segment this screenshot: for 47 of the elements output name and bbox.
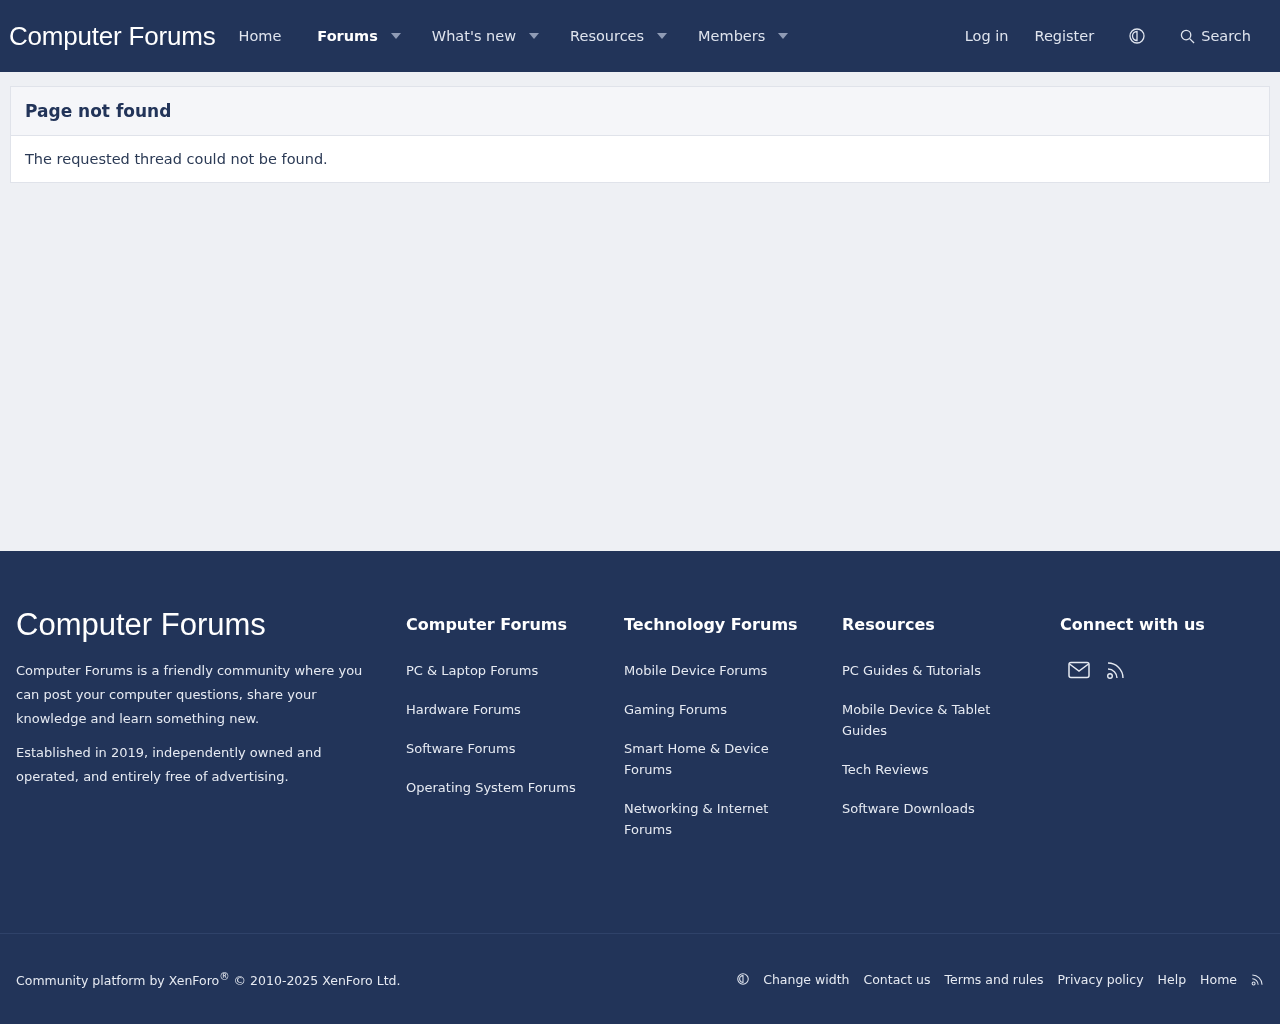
nav-tab[interactable]: What's new xyxy=(426,22,522,50)
footer-link[interactable]: Home xyxy=(1200,971,1237,987)
column-heading: Computer Forums xyxy=(406,615,567,634)
caret-icon[interactable] xyxy=(390,33,401,39)
footer-link[interactable]: Mobile Device & Tablet Guides xyxy=(842,699,1022,741)
footer-link[interactable]: Contact us xyxy=(863,971,931,987)
account-link[interactable]: Register xyxy=(1029,22,1100,50)
search-icon xyxy=(1180,28,1196,44)
footer-link[interactable]: Tech Reviews xyxy=(842,759,929,780)
footer-link[interactable]: Help xyxy=(1157,971,1187,987)
notice-message: The requested thread could not be found. xyxy=(24,150,329,169)
mail-icon[interactable] xyxy=(1068,661,1090,679)
caret-icon[interactable] xyxy=(529,33,540,39)
footer-link[interactable]: Networking & Internet Forums xyxy=(624,798,804,840)
footer-link[interactable]: Hardware Forums xyxy=(406,699,521,720)
rss-icon[interactable] xyxy=(1251,972,1264,986)
caret-icon[interactable] xyxy=(657,33,668,39)
footer-link[interactable]: Mobile Device Forums xyxy=(624,660,768,681)
footer-link[interactable]: Operating System Forums xyxy=(406,777,576,798)
column-heading: Technology Forums xyxy=(624,615,798,634)
nav-tab[interactable]: Forums xyxy=(312,22,383,50)
footer-link[interactable]: Privacy policy xyxy=(1057,971,1144,987)
footer-link[interactable]: PC & Laptop Forums xyxy=(406,660,539,681)
footer-link[interactable]: Software Downloads xyxy=(842,798,975,819)
notice-title: Page not found xyxy=(11,87,1269,136)
nav-tab[interactable]: Members xyxy=(693,22,771,50)
about-text: Established in 2019, independently owned and operated, and entirely free of advertising. xyxy=(16,744,323,786)
rss-icon[interactable] xyxy=(1106,660,1126,680)
footer-link[interactable]: Smart Home & Device Forums xyxy=(624,738,804,780)
nav-tab[interactable]: Home xyxy=(233,22,287,50)
site-logo[interactable]: Computer Forums xyxy=(9,20,216,52)
column-heading: Resources xyxy=(842,615,935,634)
caret-icon[interactable] xyxy=(778,33,789,39)
nav-tab[interactable]: Resources xyxy=(565,22,650,50)
footer-link[interactable]: Gaming Forums xyxy=(624,699,727,720)
about-text: Computer Forums is a friendly community where you can post your computer questions, share your knowledge and learn something new. xyxy=(16,662,364,728)
search-button[interactable]: Search xyxy=(1175,22,1256,50)
footer-link[interactable]: Change width xyxy=(763,971,850,987)
footer-link[interactable]: Software Forums xyxy=(406,738,516,759)
copyright-text: Community platform by XenForo$^{®}$ © 2010-2025 XenForo Ltd. xyxy=(16,969,401,989)
account-link[interactable]: Log in xyxy=(959,22,1014,50)
footer-logo[interactable]: Computer Forums xyxy=(16,607,266,643)
column-heading: Connect with us xyxy=(1060,615,1205,634)
theme-toggle-icon[interactable] xyxy=(737,973,750,985)
theme-toggle-icon[interactable] xyxy=(1129,28,1146,44)
footer-link[interactable]: PC Guides & Tutorials xyxy=(842,660,981,681)
footer-link[interactable]: Terms and rules xyxy=(944,971,1044,987)
